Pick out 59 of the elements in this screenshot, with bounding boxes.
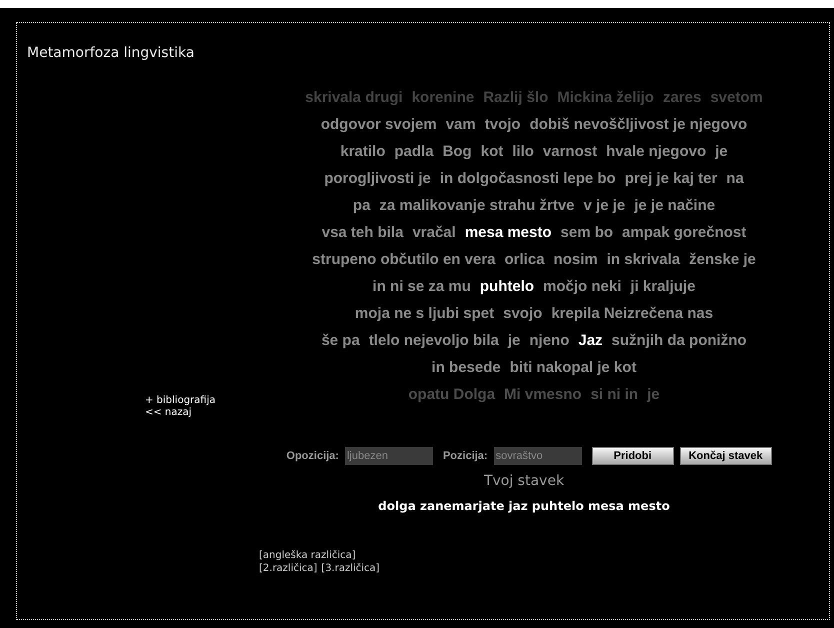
word-link[interactable]: in besede xyxy=(432,357,501,380)
word-link[interactable]: odgovor svojem xyxy=(320,114,437,137)
word-link[interactable]: vam xyxy=(446,114,476,137)
word-link[interactable]: porogljivosti je xyxy=(324,168,431,191)
form-button[interactable]: Pridobi xyxy=(592,447,674,465)
word-link[interactable]: ji kraljuje xyxy=(630,276,696,299)
word-link[interactable]: vračal xyxy=(412,222,456,245)
word-link[interactable]: biti nakopal je kot xyxy=(510,357,636,380)
word-link[interactable]: padla xyxy=(394,141,434,164)
version-link[interactable]: [angleška različica] xyxy=(259,549,356,562)
word-link[interactable]: moja ne s ljubi spet xyxy=(354,303,494,326)
nav-link[interactable]: << nazaj xyxy=(145,407,192,419)
word-link[interactable]: Bog xyxy=(442,141,472,164)
word-link[interactable]: nosim xyxy=(554,249,598,272)
word-link[interactable]: sužnjih da ponižno xyxy=(612,330,747,353)
word-link[interactable]: je xyxy=(715,141,728,164)
word-link[interactable]: v je je xyxy=(584,195,626,218)
word-link[interactable]: hvale njegovo xyxy=(606,141,706,164)
sentence-heading: Tvoj stavek xyxy=(484,472,564,491)
input-field[interactable]: sovraštvo xyxy=(494,447,582,465)
word-link[interactable]: njeno xyxy=(529,330,570,353)
word-link[interactable]: orlica xyxy=(504,249,545,272)
input-field[interactable]: ljubezen xyxy=(344,447,433,465)
form-button[interactable]: Končaj stavek xyxy=(680,447,772,465)
word-link[interactable]: na xyxy=(726,168,744,191)
word-link[interactable]: lilo xyxy=(512,141,534,164)
word-link[interactable]: svojo xyxy=(503,303,542,326)
nav-link[interactable]: + bibliografija xyxy=(145,395,216,407)
word-link[interactable]: in skrivala xyxy=(606,249,680,272)
word-link[interactable]: dobiš nevoščljivost je njegovo xyxy=(530,114,748,137)
word-link[interactable]: kratilo xyxy=(340,141,386,164)
word-link[interactable]: kot xyxy=(480,141,504,164)
word-link[interactable]: ženske je xyxy=(689,249,756,272)
word-link[interactable]: tvojo xyxy=(484,114,521,137)
word-link[interactable]: in dolgočasnosti lepe bo xyxy=(440,168,616,191)
word-link[interactable]: močjo neki xyxy=(543,276,622,299)
word-link[interactable]: strupeno občutilo en vera xyxy=(312,249,496,272)
page-title: Metamorfoza lingvistika xyxy=(27,45,194,61)
word-link[interactable]: je xyxy=(508,330,520,353)
word-link[interactable]: tlelo nejevoljo bila xyxy=(368,330,499,353)
word-link[interactable]: in ni se za mu xyxy=(372,276,471,299)
word-link[interactable]: mesa mesto xyxy=(464,222,552,245)
word-link[interactable]: je je načine xyxy=(634,195,716,218)
word-link[interactable]: puhtelo xyxy=(480,276,534,299)
field-label: Opozicija: xyxy=(286,448,339,464)
version-link[interactable]: [3.različica] xyxy=(321,562,380,575)
word-link[interactable]: krepila Neizrečena nas xyxy=(551,303,714,326)
word-link[interactable]: Jaz xyxy=(578,330,603,353)
word-link[interactable]: sem bo xyxy=(560,222,614,245)
word-link[interactable]: še pa xyxy=(321,330,360,353)
word-link[interactable]: za malikovanje strahu žrtve xyxy=(379,195,575,218)
word-link[interactable]: vsa teh bila xyxy=(322,222,404,245)
sentence-text: dolga zanemarjate jaz puhtelo mesa mesto xyxy=(378,498,670,515)
word-link[interactable]: prej je kaj ter xyxy=(624,168,718,191)
word-link[interactable]: ampak gorečnost xyxy=(622,222,746,245)
word-link[interactable]: pa xyxy=(352,195,370,218)
version-link[interactable]: [2.različica] xyxy=(259,562,318,575)
field-label: Pozicija: xyxy=(442,448,488,464)
word-link[interactable]: varnost xyxy=(542,141,598,164)
